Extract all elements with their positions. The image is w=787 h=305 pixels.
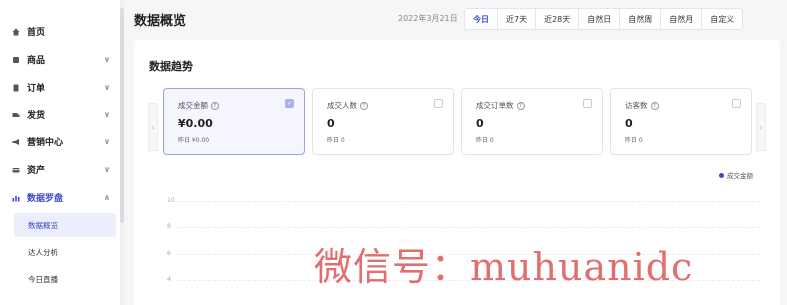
sidebar-subitem-label: 数据概览 [28,220,58,230]
metric-yesterday: 昨日 ¥0.00 [178,137,210,144]
sidebar-item-assets[interactable]: 资产 ∨ [0,156,120,183]
chevron-down-icon: ∨ [103,137,111,146]
grid-line [178,227,760,228]
tab-custom[interactable]: 自定义 [702,9,742,29]
order-icon [13,84,19,91]
panel-title: 数据趋势 [149,60,193,73]
chevron-down-icon: ∨ [103,165,111,174]
sidebar-item-home[interactable]: 首页 [0,18,120,45]
metric-checkbox[interactable]: ✓ [285,99,294,108]
sidebar-item-label: 商品 [27,56,46,66]
metric-yesterday: 昨日 0 [625,137,643,144]
metric-checkbox[interactable] [732,99,741,108]
sidebar-item-label: 营销中心 [27,138,64,148]
sidebar-subitem-label: 今日直播 [28,274,58,284]
sidebar-subitem-label: 达人分析 [28,247,58,257]
sidebar-item-label: 发货 [27,111,46,121]
y-tick-label: 10 [167,197,175,204]
sidebar-item-label: 数据罗盘 [27,194,64,204]
legend-dot [719,172,724,178]
help-icon[interactable]: ? [360,101,368,110]
tab-natural-month[interactable]: 自然月 [661,9,703,29]
sidebar-item-shipping[interactable]: 发货 ∨ [0,101,120,128]
metric-card-buyers[interactable]: 成交人数? 0 昨日 0 [312,88,454,155]
legend-label: 成交金额 [727,172,753,180]
chevron-up-icon: ∧ [103,193,111,202]
y-tick-label: 6 [167,250,171,257]
prev-arrow-button[interactable]: ‹ [148,103,158,151]
sidebar-item-label: 订单 [27,84,46,94]
watermark-text: 微信号：muhuanidc [314,245,694,289]
goods-icon [13,56,19,63]
chevron-down-icon: ∨ [103,110,111,119]
next-arrow-button[interactable]: › [756,103,766,151]
sidebar-item-data-compass[interactable]: 数据罗盘 ∧ [0,184,120,211]
wallet-icon [12,167,20,172]
sidebar-scrollbar-thumb[interactable] [120,8,124,223]
metric-card-visitors[interactable]: 访客数? 0 昨日 0 [610,88,752,155]
metric-card-title: 访客数? [625,100,659,111]
metric-checkbox[interactable] [583,99,592,108]
tab-today[interactable]: 今日 [465,9,498,29]
tab-natural-day[interactable]: 自然日 [579,9,621,29]
sidebar-item-goods[interactable]: 商品 ∨ [0,46,120,73]
help-icon[interactable]: ? [650,101,659,110]
chart-icon [12,195,20,201]
sidebar-subitem-live[interactable]: 今日直播 [14,267,116,291]
sidebar-subitem-influencer[interactable]: 达人分析 [14,240,116,264]
home-icon [12,28,20,35]
metric-card-title: 成交订单数? [476,100,525,111]
sidebar-item-label: 首页 [27,28,46,38]
help-icon[interactable]: ? [211,101,219,110]
sidebar-item-marketing[interactable]: 营销中心 ∨ [0,128,120,155]
truck-icon [12,112,20,117]
metric-yesterday: 昨日 0 [327,137,345,144]
tab-7-days[interactable]: 近7天 [498,9,537,29]
metric-value: 0 [625,117,633,130]
date-range-tabs: 今日 近7天 近28天 自然日 自然周 自然月 自定义 [464,8,744,30]
metric-value: ¥0.00 [178,117,213,130]
y-tick-label: 8 [167,223,171,230]
metric-yesterday: 昨日 0 [476,137,494,144]
metric-card-orders[interactable]: 成交订单数? 0 昨日 0 [461,88,603,155]
metric-card-title: 成交金额? [178,100,219,111]
sidebar-item-order[interactable]: 订单 ∨ [0,74,120,101]
megaphone-icon [12,138,19,145]
current-date: 2022年3月21日 [398,14,458,23]
sidebar-subitem-overview[interactable]: 数据概览 [14,213,116,237]
tab-28-days[interactable]: 近28天 [536,9,580,29]
metric-checkbox[interactable] [434,99,443,108]
chevron-down-icon: ∨ [103,83,111,92]
metric-value: 0 [327,117,335,130]
metric-value: 0 [476,117,484,130]
grid-line [178,201,760,202]
metric-card-sales-amount[interactable]: 成交金额? ✓ ¥0.00 昨日 ¥0.00 [163,88,305,155]
page-title: 数据概览 [134,14,187,29]
tab-natural-week[interactable]: 自然周 [620,9,662,29]
metric-card-title: 成交人数? [327,100,368,111]
help-icon[interactable]: ? [516,101,525,110]
sidebar-item-label: 资产 [27,166,46,176]
sidebar: 首页 商品 ∨ 订单 ∨ 发货 ∨ 营销中心 ∨ 资产 ∨ 数据罗盘 ∧ 数据概… [0,0,122,305]
chevron-down-icon: ∨ [103,55,111,64]
y-tick-label: 4 [167,276,171,283]
chart-legend[interactable]: 成交金额 [719,170,753,180]
